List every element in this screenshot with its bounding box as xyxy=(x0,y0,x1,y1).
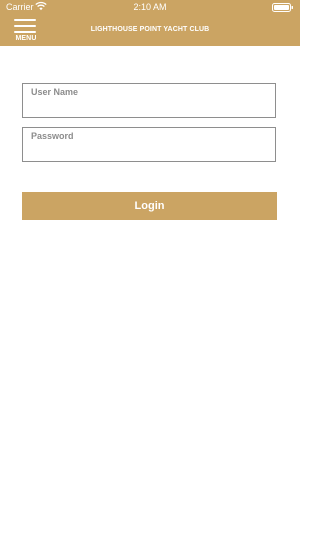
password-label: Password xyxy=(31,131,74,141)
password-input[interactable] xyxy=(31,143,267,159)
hamburger-menu-icon-bar xyxy=(14,25,36,27)
username-input[interactable] xyxy=(31,99,267,115)
battery-icon xyxy=(272,3,293,12)
hamburger-menu-icon xyxy=(14,19,36,21)
password-field[interactable]: Password xyxy=(22,127,276,162)
login-button[interactable]: Login xyxy=(22,192,277,220)
menu-button[interactable]: MENU xyxy=(13,16,39,43)
username-label: User Name xyxy=(31,87,79,97)
status-time: 2:10 AM xyxy=(133,2,167,12)
status-bar: Carrier 2:10 AM xyxy=(0,0,300,14)
hamburger-menu-icon-bar xyxy=(14,31,36,33)
menu-label: MENU xyxy=(15,35,37,42)
app-header: Carrier 2:10 AM MENU LIGHTHOUSE POINT YA… xyxy=(0,0,300,46)
username-field[interactable]: User Name xyxy=(22,83,276,118)
page-title: LIGHTHOUSE POINT YACHT CLUB xyxy=(90,26,210,33)
